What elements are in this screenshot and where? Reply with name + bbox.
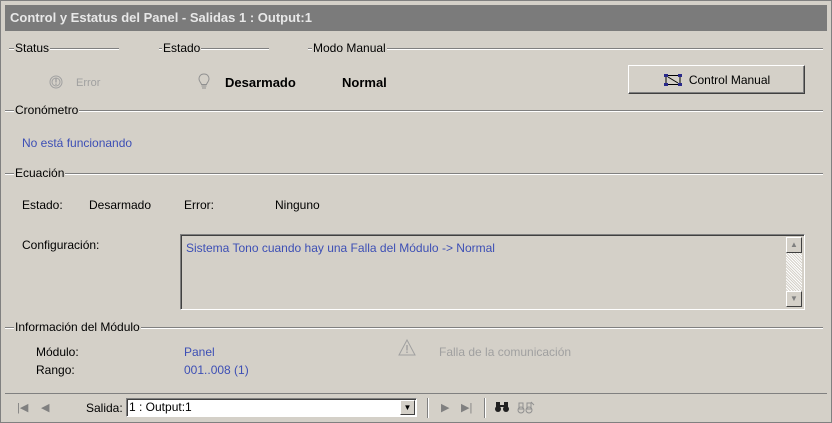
navigation-bar: |◀ ◀ Salida: 1 : Output:1 ▼ ▶ ▶| <box>5 393 827 421</box>
warning-triangle-icon <box>398 338 416 359</box>
ecuacion-group-label: Ecuación <box>14 166 66 180</box>
prev-icon[interactable]: ◀ <box>41 401 49 415</box>
ecuacion-error-label: Error: <box>184 198 214 212</box>
next-icon[interactable]: ▶ <box>441 401 449 415</box>
modulo-value: Panel <box>184 345 215 359</box>
network-control-icon <box>663 73 682 86</box>
binoculars-icon <box>495 402 509 412</box>
last-icon[interactable]: ▶| <box>461 401 472 415</box>
lightbulb-icon-svg <box>198 73 210 89</box>
control-manual-label: Control Manual <box>688 72 771 87</box>
modulo-group-label: Información del Módulo <box>14 320 141 334</box>
ecuacion-group-line <box>5 173 823 175</box>
binoculars-next-icon <box>517 401 535 414</box>
warning-triangle-icon-svg <box>398 338 416 356</box>
warning-text: Falla de la comunicación <box>439 345 572 359</box>
configuracion-value: Sistema Tono cuando hay una Falla del Mó… <box>186 241 495 255</box>
modo-manual-value: Normal <box>342 75 387 90</box>
scroll-down-icon[interactable]: ▼ <box>786 291 802 307</box>
status-group-label: Status <box>14 41 51 55</box>
error-circle-icon-svg <box>49 75 63 89</box>
nav-separator-2 <box>427 398 429 418</box>
modulo-label: Módulo: <box>36 345 79 359</box>
nav-separator-3 <box>484 398 486 418</box>
lightbulb-icon <box>198 73 210 94</box>
configuracion-label: Configuración: <box>22 238 100 252</box>
rango-value: 001..008 (1) <box>184 363 249 377</box>
salida-combo-value: 1 : Output:1 <box>129 400 192 414</box>
salida-combo[interactable]: 1 : Output:1 ▼ <box>126 398 417 417</box>
panel-content: Status Estado Modo Manual Error Desarmad… <box>5 33 827 390</box>
modo-group-label: Modo Manual <box>312 41 387 55</box>
control-manual-button[interactable]: Control Manual <box>628 65 805 94</box>
scroll-up-icon[interactable]: ▲ <box>786 237 802 253</box>
salida-label: Salida: <box>86 401 123 415</box>
ecuacion-estado-label: Estado: <box>22 198 63 212</box>
find-next-icon[interactable] <box>517 401 535 418</box>
ecuacion-error-value: Ninguno <box>275 198 320 212</box>
cronometro-group-line <box>5 110 823 112</box>
cronometro-group-label: Cronómetro <box>14 103 80 117</box>
ecuacion-estado-value: Desarmado <box>89 198 152 212</box>
find-icon[interactable] <box>494 401 510 417</box>
configuracion-scrollbar[interactable]: ▲ ▼ <box>786 237 802 307</box>
chevron-down-icon[interactable]: ▼ <box>400 400 415 415</box>
cronometro-value: No está funcionando <box>22 136 133 150</box>
error-circle-icon <box>49 74 63 93</box>
configuracion-textarea[interactable]: Sistema Tono cuando hay una Falla del Mó… <box>180 234 805 310</box>
estado-group-label: Estado <box>162 41 202 55</box>
status-value: Error <box>76 77 101 89</box>
estado-value: Desarmado <box>225 75 296 90</box>
first-icon[interactable]: |◀ <box>17 401 28 415</box>
rango-label: Rango: <box>36 363 75 377</box>
panel-window: Control y Estatus del Panel - Salidas 1 … <box>0 0 832 423</box>
window-title: Control y Estatus del Panel - Salidas 1 … <box>5 5 827 31</box>
